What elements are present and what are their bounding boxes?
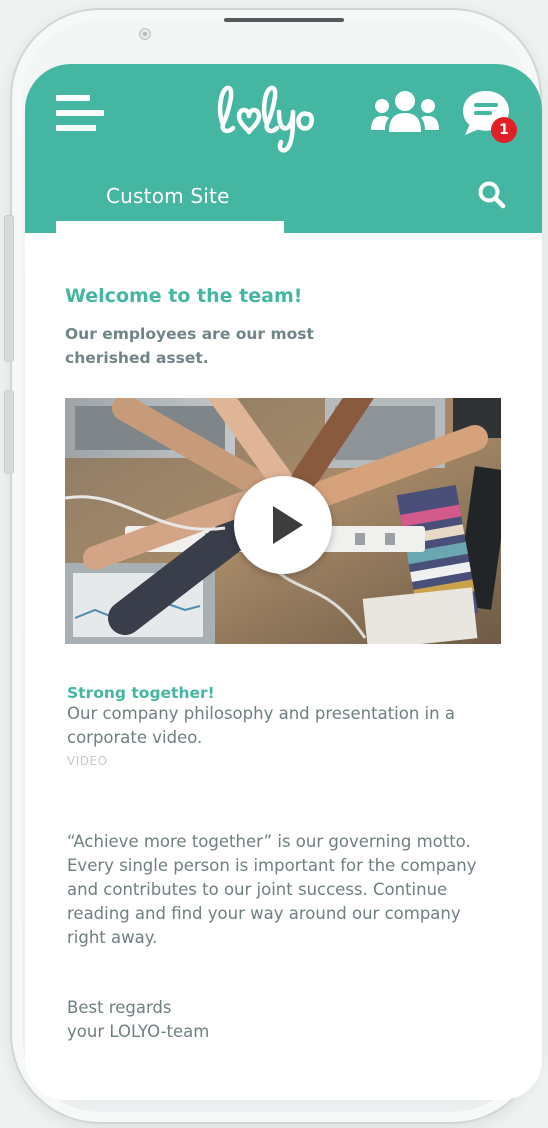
body-paragraph: “Achieve more together” is our governing… (67, 832, 477, 947)
app-screen: 1 Custom Site Welcome to the team! Our e… (25, 64, 542, 1100)
phone-side-button-bottom (4, 390, 14, 474)
tab-custom-site-label: Custom Site (106, 184, 230, 208)
search-icon[interactable] (477, 180, 507, 210)
video-description: Our company philosophy and presentation … (67, 704, 455, 747)
phone-side-button-top (4, 215, 14, 362)
phone-camera (139, 28, 151, 40)
signoff-team: your LOLYO-team (67, 1022, 210, 1041)
phone-speaker (224, 18, 344, 22)
signoff-greeting: Best regards (67, 998, 172, 1017)
video-title-link[interactable]: Strong together! (67, 682, 215, 704)
hamburger-menu-icon[interactable] (56, 95, 104, 133)
app-header: 1 Custom Site (25, 64, 542, 233)
page-subtitle: Our employees are our most cherished ass… (65, 325, 314, 367)
tab-custom-site[interactable]: Custom Site (56, 176, 284, 233)
chat-notification-badge: 1 (491, 117, 517, 143)
signoff: Best regards your LOLYO-team (67, 996, 487, 1044)
page-title: Welcome to the team! (65, 285, 303, 307)
video-thumbnail[interactable] (65, 398, 501, 644)
lolyo-logo (217, 85, 315, 153)
video-type-label: VIDEO (67, 754, 108, 768)
team-icon[interactable] (371, 90, 439, 134)
play-button[interactable] (234, 476, 332, 574)
